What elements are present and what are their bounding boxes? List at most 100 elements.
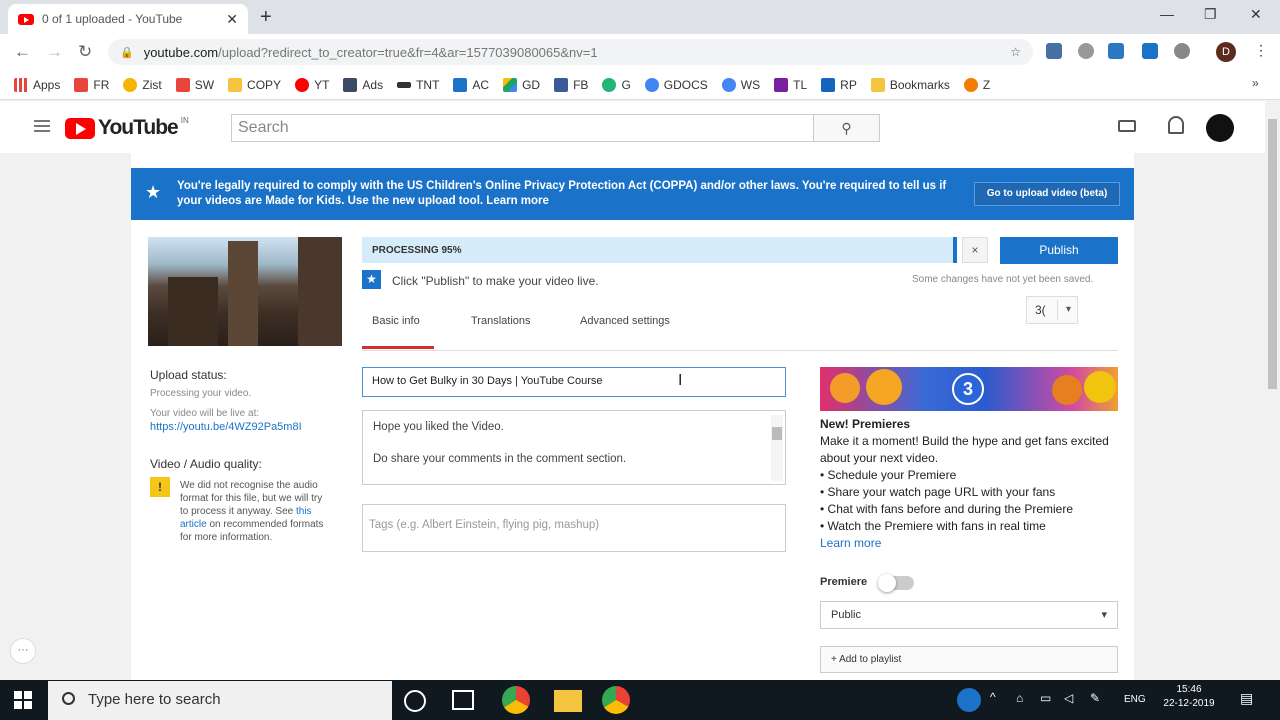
upload-status-text: Processing your video. bbox=[150, 388, 252, 399]
folder-icon bbox=[870, 77, 885, 92]
premiere-toggle-label: Premiere bbox=[820, 576, 868, 588]
pen-icon[interactable]: ✎ bbox=[1090, 691, 1100, 705]
coppa-text: You're legally required to comply with t… bbox=[177, 180, 947, 207]
bookmark-item[interactable]: Bookmarks bbox=[870, 77, 950, 92]
bookmark-item[interactable]: TL bbox=[774, 77, 807, 92]
profile-avatar[interactable]: D bbox=[1216, 42, 1236, 62]
clock[interactable]: 15:46 22-12-2019 bbox=[1154, 683, 1224, 711]
more-options-icon[interactable]: ··· bbox=[10, 638, 36, 664]
network-icon[interactable]: ⌂ bbox=[1016, 691, 1023, 705]
new-tab-button[interactable]: + bbox=[260, 6, 272, 29]
bookmark-item[interactable]: RP bbox=[821, 77, 857, 92]
video-thumbnail bbox=[148, 237, 342, 346]
coppa-learn-more-link[interactable]: Learn more bbox=[486, 195, 549, 207]
bookmark-item[interactable]: G bbox=[602, 77, 631, 92]
youtube-favicon-icon bbox=[18, 13, 34, 25]
bookmark-item[interactable]: YT bbox=[295, 77, 329, 92]
bookmark-item[interactable]: Z bbox=[963, 77, 990, 92]
bookmark-item[interactable]: GD bbox=[503, 77, 540, 92]
address-bar[interactable]: 🔒 youtube.com/upload?redirect_to_creator… bbox=[108, 39, 1033, 65]
extension-icon[interactable] bbox=[1046, 43, 1062, 59]
windows-start-icon[interactable] bbox=[14, 691, 32, 709]
extension-icon[interactable] bbox=[1142, 43, 1158, 59]
tray-chevron-icon[interactable]: ^ bbox=[990, 690, 996, 704]
bookmark-item[interactable]: TNT bbox=[397, 78, 439, 92]
search-button[interactable]: ⚲ bbox=[814, 114, 880, 142]
bookmark-item[interactable]: COPY bbox=[228, 77, 281, 92]
battery-icon[interactable]: ▭ bbox=[1040, 691, 1051, 705]
youtube-play-icon bbox=[65, 117, 95, 139]
premiere-heading: New! Premieres bbox=[820, 417, 911, 431]
quality-label: Video / Audio quality: bbox=[150, 457, 262, 471]
extension-icon[interactable] bbox=[1174, 43, 1190, 59]
file-explorer-icon[interactable] bbox=[554, 690, 582, 712]
tags-input[interactable]: Tags (e.g. Albert Einstein, flying pig, … bbox=[362, 504, 786, 552]
help-icon[interactable] bbox=[957, 688, 981, 712]
browser-menu-icon[interactable]: ⋮ bbox=[1254, 42, 1268, 59]
bookmark-apps[interactable]: Apps bbox=[14, 77, 60, 92]
publish-button[interactable]: Publish bbox=[1000, 237, 1118, 264]
cancel-upload-button[interactable]: × bbox=[962, 237, 988, 263]
back-icon[interactable]: ← bbox=[14, 42, 31, 62]
minimize-icon[interactable]: — bbox=[1160, 6, 1174, 22]
premiere-toggle[interactable] bbox=[878, 574, 914, 592]
tab-advanced-settings[interactable]: Advanced settings bbox=[580, 315, 670, 327]
tab-translations[interactable]: Translations bbox=[471, 315, 531, 327]
notifications-icon[interactable]: ▤ bbox=[1240, 690, 1253, 707]
tab-close-icon[interactable]: ✕ bbox=[226, 11, 238, 28]
description-scrollbar[interactable] bbox=[771, 415, 783, 481]
description-line: Hope you liked the Video. bbox=[373, 421, 504, 433]
folder-icon bbox=[228, 77, 243, 92]
coppa-banner: ★ You're legally required to comply with… bbox=[131, 168, 1134, 220]
channel-avatar[interactable] bbox=[1206, 114, 1234, 142]
extension-icon[interactable] bbox=[1078, 43, 1094, 59]
menu-hamburger-icon[interactable] bbox=[34, 120, 50, 132]
bookmark-item[interactable]: GDOCS bbox=[644, 77, 708, 92]
restore-icon[interactable]: ❐ bbox=[1204, 6, 1217, 23]
language-select[interactable]: 3( bbox=[1026, 296, 1078, 324]
video-url-link[interactable]: https://youtu.be/4WZ92Pa5m8I bbox=[150, 421, 302, 434]
forward-icon[interactable]: → bbox=[46, 42, 63, 62]
volume-icon[interactable]: ◁ bbox=[1064, 691, 1073, 705]
page-scrollbar[interactable] bbox=[1265, 101, 1280, 680]
notifications-bell-icon[interactable] bbox=[1168, 116, 1184, 134]
premiere-learn-more-link[interactable]: Learn more bbox=[820, 535, 1120, 552]
chrome-taskbar-icon[interactable] bbox=[602, 686, 630, 714]
url-host: youtube.com bbox=[143, 44, 219, 60]
reload-icon[interactable]: ↻ bbox=[78, 42, 92, 62]
search-input[interactable]: Search bbox=[231, 114, 814, 142]
title-input[interactable]: How to Get Bulky in 30 Days | YouTube Co… bbox=[362, 367, 786, 397]
bookmark-item[interactable]: SW bbox=[175, 77, 214, 92]
description-textarea[interactable]: Hope you liked the Video. Do share your … bbox=[362, 410, 786, 485]
create-video-icon[interactable] bbox=[1118, 120, 1136, 132]
go-to-upload-beta-button[interactable]: Go to upload video (beta) bbox=[974, 182, 1120, 206]
tab-basic-info[interactable]: Basic info bbox=[372, 315, 420, 327]
google-icon bbox=[721, 77, 736, 92]
publish-hint: Click "Publish" to make your video live. bbox=[392, 274, 599, 288]
star-icon: ★ bbox=[362, 270, 381, 289]
google-icon bbox=[644, 77, 659, 92]
youtube-logo[interactable]: YouTube IN bbox=[65, 116, 189, 140]
browser-tab[interactable]: 0 of 1 uploaded - YouTube ✕ bbox=[8, 4, 248, 34]
processing-label: PROCESSING 95% bbox=[372, 245, 462, 256]
chrome-taskbar-icon[interactable] bbox=[502, 686, 530, 714]
cortana-icon[interactable] bbox=[404, 690, 426, 712]
privacy-select[interactable]: Public bbox=[820, 601, 1118, 629]
bookmarks-overflow-icon[interactable]: » bbox=[1252, 76, 1259, 90]
bookmark-item[interactable]: FB bbox=[554, 77, 588, 92]
task-view-icon[interactable] bbox=[452, 690, 474, 710]
extension-icon[interactable] bbox=[1108, 43, 1124, 59]
text-cursor-icon: I bbox=[678, 372, 683, 389]
window-close-icon[interactable]: ✕ bbox=[1250, 6, 1262, 23]
bookmark-item[interactable]: Ads bbox=[343, 77, 383, 92]
bookmark-item[interactable]: FR bbox=[74, 77, 109, 92]
bookmark-item[interactable]: WS bbox=[721, 77, 760, 92]
add-to-playlist-button[interactable]: + Add to playlist bbox=[820, 646, 1118, 673]
bookmark-item[interactable]: Zist bbox=[123, 77, 162, 92]
clock-time: 15:46 bbox=[1176, 684, 1202, 695]
bookmark-item[interactable]: AC bbox=[453, 77, 489, 92]
bookmark-star-icon[interactable]: ☆ bbox=[1010, 45, 1021, 59]
language-indicator[interactable]: ENG bbox=[1124, 694, 1146, 705]
taskbar-search-input[interactable]: Type here to search bbox=[48, 681, 392, 720]
description-scroll-thumb[interactable] bbox=[772, 427, 782, 440]
